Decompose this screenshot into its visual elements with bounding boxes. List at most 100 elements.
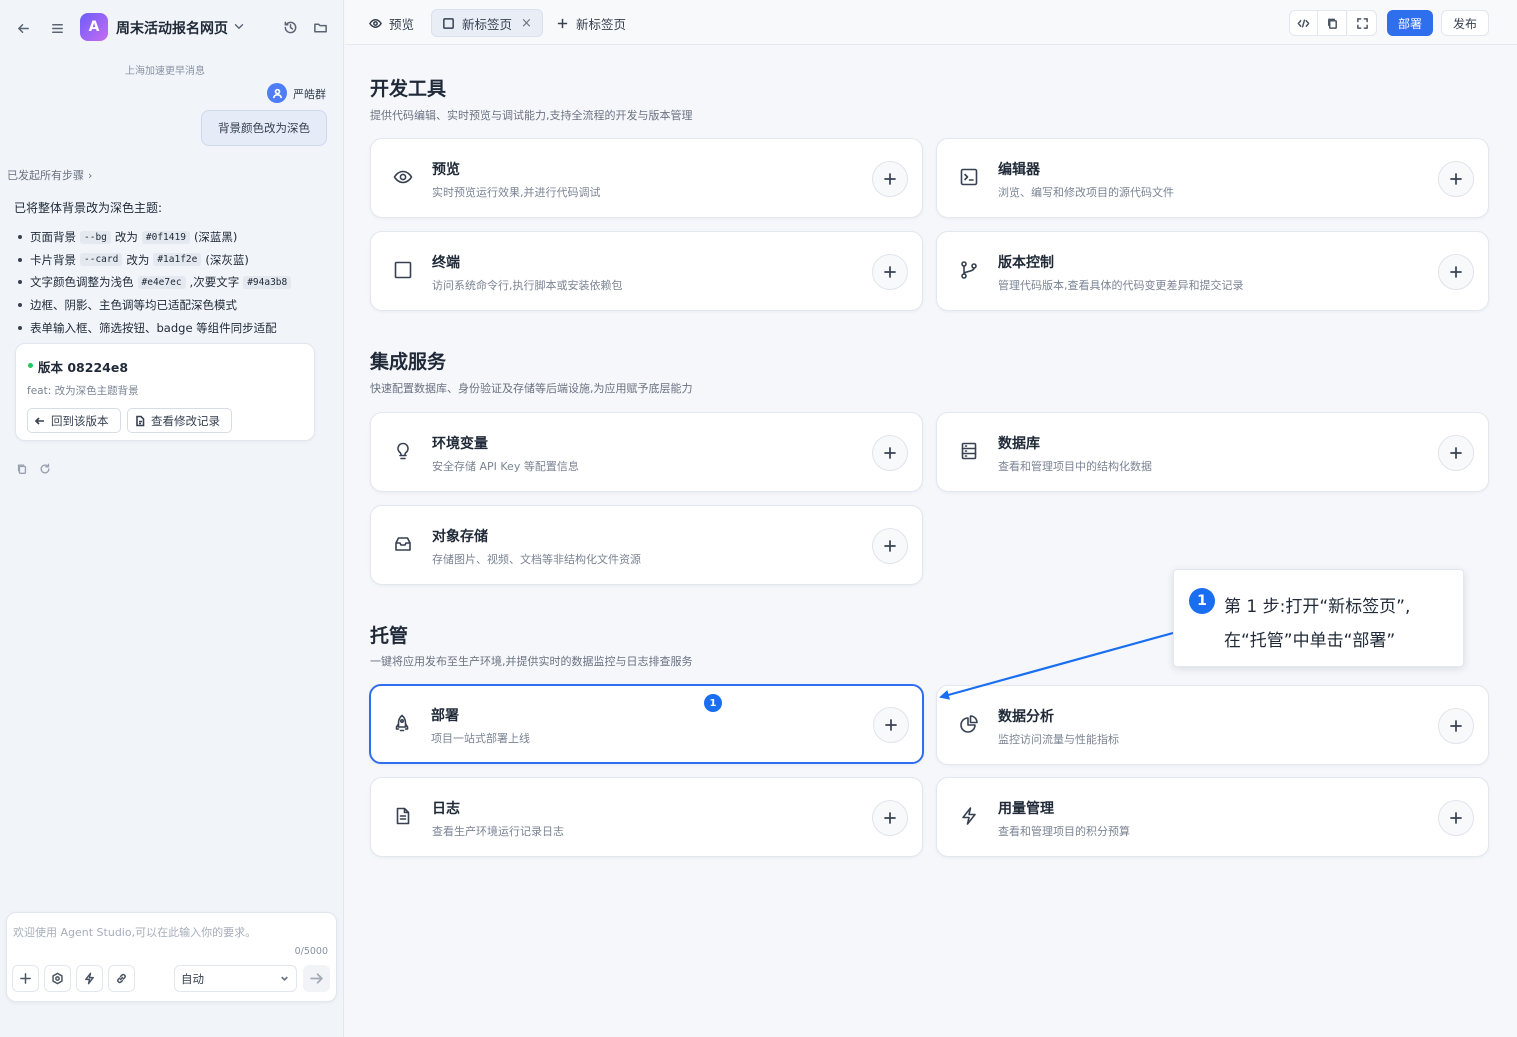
list-item: 表单输入框、筛选按钮、badge 等组件同步适配 <box>14 316 295 339</box>
version-desc: feat: 改为深色主题背景 <box>27 385 139 397</box>
mode-value: 自动 <box>181 971 204 986</box>
lightning-icon[interactable] <box>76 965 103 992</box>
user-icon <box>272 88 282 98</box>
card-title: 版本控制 <box>998 255 1054 271</box>
list-item: 卡片背景 --card 改为 #1a1f2e (深灰蓝) <box>14 249 295 272</box>
card-env-vars[interactable]: 环境变量 安全存储 API Key 等配置信息 <box>370 412 923 492</box>
chat-panel: A 周末活动报名网页 上海加速更早消息 严皓群 背景颜色改为深色 已发起所有步骤… <box>0 0 344 1037</box>
list-item-text: 文字颜色调整为浅色 <box>30 275 134 290</box>
refresh-icon[interactable] <box>38 462 52 476</box>
add-icon[interactable] <box>873 707 909 743</box>
card-title: 用量管理 <box>998 801 1054 817</box>
card-title: 数据分析 <box>998 709 1054 725</box>
card-usage[interactable]: 用量管理 查看和管理项目的积分预算 <box>936 777 1489 857</box>
list-item-text: 页面背景 <box>30 230 76 245</box>
card-database[interactable]: 数据库 查看和管理项目中的结构化数据 <box>936 412 1489 492</box>
add-icon[interactable] <box>872 435 908 471</box>
chevron-down-icon <box>281 976 288 982</box>
view-changes-label: 查看修改记录 <box>151 413 220 428</box>
card-deploy[interactable]: 部署 项目一站式部署上线 1 <box>369 684 924 764</box>
tab-new-tab-active[interactable]: 新标签页 × <box>431 9 543 37</box>
card-analytics[interactable]: 数据分析 监控访问流量与性能指标 <box>936 685 1489 765</box>
add-icon[interactable] <box>1438 708 1474 744</box>
card-desc: 查看和管理项目的积分预算 <box>998 825 1130 838</box>
deploy-button[interactable]: 部署 <box>1387 10 1433 36</box>
menu-icon[interactable] <box>47 18 67 38</box>
add-icon[interactable] <box>872 800 908 836</box>
section-desc: 提供代码编辑、实时预览与调试能力,支持全流程的开发与版本管理 <box>370 109 693 122</box>
callout-text: 在“托管”中单击“部署” <box>1224 631 1396 651</box>
code-token: #e4e7ec <box>137 275 186 289</box>
card-title: 环境变量 <box>432 436 488 452</box>
add-tab-label: 新标签页 <box>576 16 627 32</box>
add-tab-button[interactable]: 新标签页 <box>546 9 636 37</box>
code-icon[interactable] <box>1289 10 1318 36</box>
section-desc: 快速配置数据库、身份验证及存储等后端设施,为应用赋予底层能力 <box>370 382 693 395</box>
square-icon <box>443 17 454 29</box>
chat-input[interactable]: 欢迎使用 Agent Studio,可以在此输入你的要求。 <box>13 924 256 940</box>
back-arrow-icon[interactable] <box>13 18 33 38</box>
tab-label: 预览 <box>389 16 415 32</box>
add-icon[interactable] <box>872 161 908 197</box>
link-icon[interactable] <box>108 965 135 992</box>
list-item-text: 改为 <box>126 252 150 267</box>
chat-header: A 周末活动报名网页 <box>0 0 344 56</box>
mode-select[interactable]: 自动 <box>174 965 297 992</box>
tutorial-callout: 1 第 1 步:打开“新标签页”, 在“托管”中单击“部署” <box>1173 569 1464 667</box>
tab-label: 新标签页 <box>462 16 513 32</box>
chevron-down-icon[interactable] <box>232 19 246 33</box>
arrow-left-icon <box>34 416 44 425</box>
list-item-text: (深蓝黑) <box>193 230 238 245</box>
section-title: 集成服务 <box>370 351 447 373</box>
publish-button[interactable]: 发布 <box>1441 10 1489 36</box>
copy-icon[interactable] <box>1318 10 1347 36</box>
rollback-button[interactable]: 回到该版本 <box>27 408 121 433</box>
chat-input-box[interactable]: 欢迎使用 Agent Studio,可以在此输入你的要求。 0/5000 自动 <box>6 912 337 1002</box>
card-desc: 监控访问流量与性能指标 <box>998 733 1119 746</box>
close-icon[interactable]: × <box>521 16 532 31</box>
send-arrow-icon[interactable] <box>303 965 330 992</box>
load-earlier-hint[interactable]: 上海加速更早消息 <box>0 62 330 77</box>
history-icon[interactable] <box>281 18 299 36</box>
database-icon <box>959 441 981 463</box>
card-title: 对象存储 <box>432 529 488 545</box>
tab-preview[interactable]: 预览 <box>359 9 424 37</box>
steps-toggle[interactable]: 已发起所有步骤 › <box>7 167 92 183</box>
card-desc: 查看生产环境运行记录日志 <box>432 825 564 838</box>
card-version-control[interactable]: 版本控制 管理代码版本,查看具体的代码变更差异和提交记录 <box>936 231 1489 311</box>
card-preview[interactable]: 预览 实时预览运行效果,并进行代码调试 <box>370 138 923 218</box>
add-icon[interactable] <box>1438 800 1474 836</box>
add-icon[interactable] <box>872 254 908 290</box>
plus-icon[interactable] <box>12 965 39 992</box>
app-logo: A <box>80 13 108 41</box>
card-terminal[interactable]: 终端 访问系统命令行,执行脚本或安装依赖包 <box>370 231 923 311</box>
card-editor[interactable]: 编辑器 浏览、编写和修改项目的源代码文件 <box>936 138 1489 218</box>
settings-icon[interactable] <box>44 965 71 992</box>
list-item-text: ,次要文字 <box>189 275 240 290</box>
fullscreen-icon[interactable] <box>1348 10 1377 36</box>
view-changes-button[interactable]: 查看修改记录 <box>127 408 232 433</box>
chevron-right-icon: › <box>88 169 93 182</box>
plus-icon <box>557 18 568 28</box>
card-logs[interactable]: 日志 查看生产环境运行记录日志 <box>370 777 923 857</box>
code-token: --bg <box>80 230 111 244</box>
card-title: 日志 <box>432 801 460 817</box>
callout-text: 第 1 步:打开“新标签页”, <box>1224 597 1411 617</box>
list-item: 边框、阴影、主色调等均已适配深色模式 <box>14 294 295 317</box>
add-icon[interactable] <box>1438 254 1474 290</box>
code-token: #1a1f2e <box>153 253 202 267</box>
list-item: 文字颜色调整为浅色 #e4e7ec ,次要文字 #94a3b8 <box>14 271 295 294</box>
folder-icon[interactable] <box>311 18 329 36</box>
copy-icon[interactable] <box>15 462 29 476</box>
app-title[interactable]: 周末活动报名网页 <box>116 18 228 38</box>
add-icon[interactable] <box>872 528 908 564</box>
lightbulb-icon <box>393 441 415 463</box>
add-icon[interactable] <box>1438 161 1474 197</box>
ai-reply-intro: 已将整体背景改为深色主题: <box>14 201 163 215</box>
add-icon[interactable] <box>1438 435 1474 471</box>
card-desc: 浏览、编写和修改项目的源代码文件 <box>998 186 1174 199</box>
card-object-storage[interactable]: 对象存储 存储图片、视频、文档等非结构化文件资源 <box>370 505 923 585</box>
inbox-icon <box>393 534 415 556</box>
card-title: 数据库 <box>998 436 1040 452</box>
card-desc: 访问系统命令行,执行脚本或安装依赖包 <box>432 279 623 292</box>
